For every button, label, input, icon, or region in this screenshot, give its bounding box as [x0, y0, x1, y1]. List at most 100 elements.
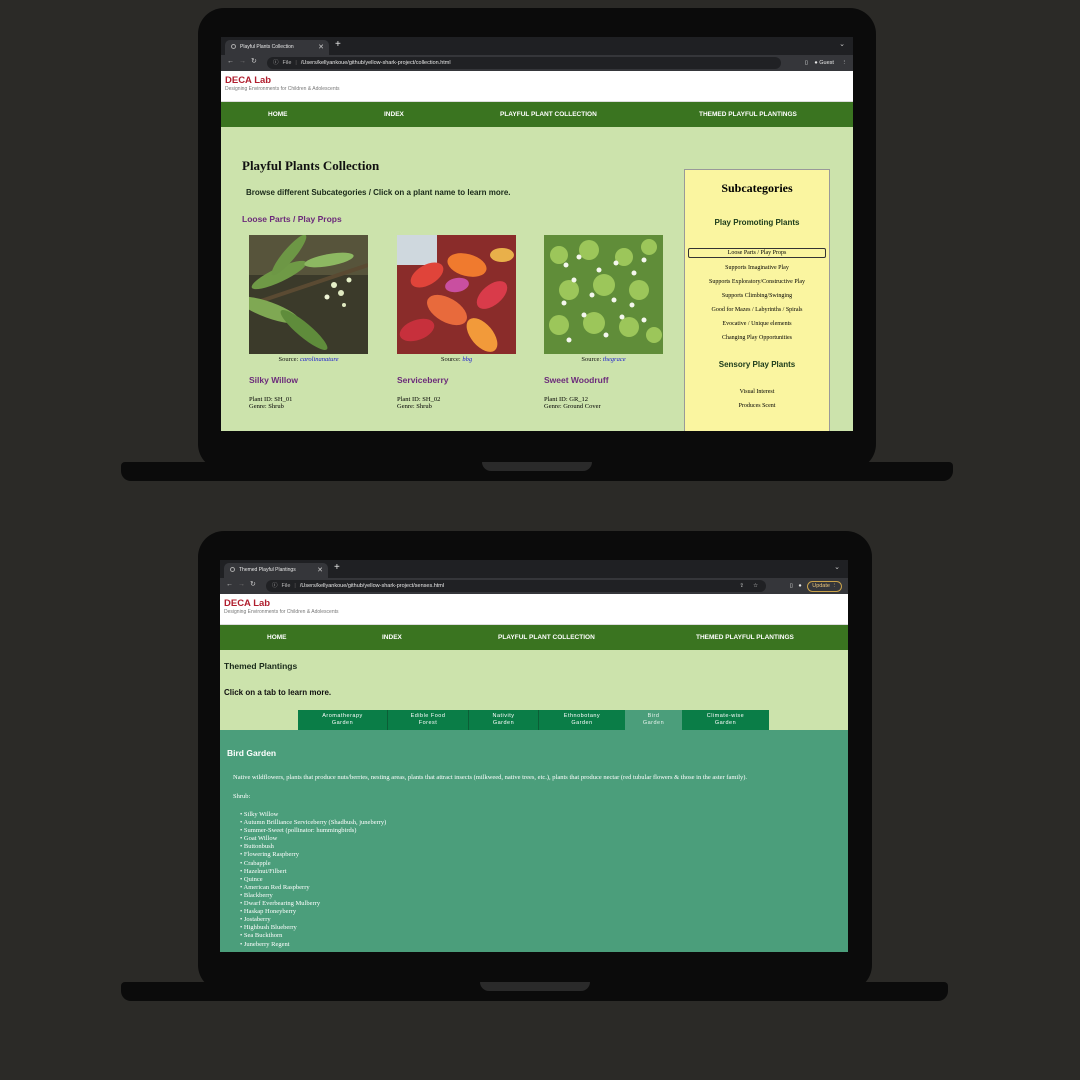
back-icon[interactable]: ←: [227, 58, 239, 65]
image-source: Source: bbg: [440, 356, 473, 363]
sidebar-item[interactable]: Good for Mazes / Labyrinths / Spirals: [685, 307, 829, 313]
web-page: DECA Lab Designing Environments for Chil…: [221, 71, 853, 431]
site-header: DECA Lab Designing Environments for Chil…: [221, 71, 853, 102]
address-bar-row: ←→↻ ⓘ File |/Users/kellyankoue/github/yell…: [221, 55, 853, 71]
list-item: • Blackberry: [240, 891, 273, 899]
forward-icon[interactable]: →: [239, 58, 251, 65]
close-icon[interactable]: ✕: [318, 40, 324, 55]
list-item: • Dwarf Everbearing Mulberry: [240, 900, 321, 908]
tab-nativity[interactable]: Nativity Garden: [469, 710, 539, 730]
chevron-down-icon[interactable]: ⌄: [834, 563, 840, 571]
plant-genre: Genre: Shrub: [397, 403, 432, 410]
back-icon[interactable]: ←: [226, 581, 238, 588]
laptop-notch: [480, 982, 590, 991]
forward-icon[interactable]: →: [238, 581, 250, 588]
new-tab-icon[interactable]: +: [335, 39, 341, 50]
file-label: File: [282, 60, 292, 66]
tab-aromatherapy[interactable]: Aromatherapy Garden: [298, 710, 388, 730]
willow-photo[interactable]: [249, 235, 368, 354]
tab-ethnobotany[interactable]: Ethnobotany Garden: [539, 710, 625, 730]
browser-window: Playful Plants Collection ✕ + ⌄ ←→↻ ⓘ Fil…: [221, 37, 853, 431]
sidebar-item-active[interactable]: Loose Parts / Play Props: [688, 248, 826, 258]
nav-buttons: ←→↻: [227, 57, 262, 65]
list-item: • Autumn Brilliance Serviceberry (Shadbu…: [240, 819, 387, 827]
nav-themed[interactable]: THEMED PLAYFUL PLANTINGS: [696, 625, 794, 650]
sidepanel-icon[interactable]: ▯: [805, 60, 808, 66]
globe-icon: [231, 44, 236, 49]
plant-name-link[interactable]: Sweet Woodruff: [544, 375, 663, 385]
profile-icon[interactable]: ●: [814, 60, 817, 66]
url-bar[interactable]: ⓘ File |/Users/kellyankoue/github/yellow-s…: [266, 580, 766, 592]
page-heading: Themed Plantings: [224, 661, 298, 671]
serviceberry-photo[interactable]: [397, 235, 516, 354]
site-logo[interactable]: DECA Lab Designing Environments for Chil…: [224, 598, 339, 615]
share-icon[interactable]: ⇪: [739, 580, 744, 592]
plant-name-link[interactable]: Silky Willow: [249, 375, 368, 385]
browser-controls: ▯ ● Guest ⋮: [805, 57, 847, 69]
plant-id: Plant ID: SH_02: [397, 396, 441, 403]
panel-description: Native wildflowers, plants that produce …: [233, 774, 748, 781]
source-link[interactable]: carolinanature: [300, 356, 339, 363]
logo-title: DECA Lab: [224, 598, 271, 609]
tab-strip: Playful Plants Collection ✕ + ⌄: [221, 37, 853, 55]
list-item: • Juneberry Regent: [240, 940, 290, 948]
list-item: • Hazelnut/Filbert: [240, 867, 287, 875]
list-item: • Flowering Raspberry: [240, 851, 299, 859]
url-text: /Users/kellyankoue/github/yellow-shark-p…: [299, 583, 445, 589]
menu-icon[interactable]: ⋮: [842, 60, 848, 66]
plant-card: Source: thegrace Sweet Woodruff Plant ID…: [544, 235, 663, 410]
update-button[interactable]: Update ⋮: [807, 581, 842, 592]
url-bar[interactable]: ⓘ File |/Users/kellyankoue/github/yellow-s…: [267, 57, 781, 69]
chevron-down-icon[interactable]: ⌄: [839, 40, 845, 48]
sidebar-item[interactable]: Supports Climbing/Swinging: [685, 293, 829, 299]
source-link[interactable]: bbg: [462, 356, 472, 363]
plant-card: Source: carolinanature Silky Willow Plan…: [249, 235, 368, 410]
page-title: Playful Plants Collection: [242, 158, 380, 173]
list-item: • Quince: [240, 875, 263, 883]
browser-tab[interactable]: Themed Playful Plantings ✕: [224, 563, 328, 578]
logo-title: DECA Lab: [225, 75, 272, 86]
main-nav: HOME INDEX PLAYFUL PLANT COLLECTION THEM…: [220, 625, 848, 650]
close-icon[interactable]: ✕: [317, 563, 323, 578]
sidebar-item[interactable]: Supports Imaginative Play: [685, 265, 829, 271]
tab-climate-wise[interactable]: Climate-wise Garden: [682, 710, 769, 730]
nav-home[interactable]: HOME: [267, 625, 287, 650]
tab-bird-garden-active[interactable]: Bird Garden: [625, 710, 682, 730]
reload-icon[interactable]: ↻: [251, 57, 262, 65]
profile-label[interactable]: Guest: [819, 60, 834, 66]
nav-index[interactable]: INDEX: [382, 625, 402, 650]
sidebar-item[interactable]: Evocative / Unique elements: [685, 321, 829, 327]
nav-themed[interactable]: THEMED PLAYFUL PLANTINGS: [699, 102, 797, 127]
nav-collection[interactable]: PLAYFUL PLANT COLLECTION: [500, 102, 597, 127]
tab-title: Playful Plants Collection: [240, 44, 294, 50]
sidebar-item[interactable]: Changing Play Opportunities: [685, 335, 829, 341]
collection-content: Playful Plants Collection Browse differe…: [221, 127, 853, 431]
source-link[interactable]: thegrace: [603, 356, 626, 363]
list-item: • Silky Willow: [240, 811, 279, 818]
woodruff-photo[interactable]: [544, 235, 663, 354]
tab-strip: Themed Playful Plantings ✕ + ⌄: [220, 560, 848, 578]
nav-collection[interactable]: PLAYFUL PLANT COLLECTION: [498, 625, 595, 650]
site-logo[interactable]: DECA Lab Designing Environments for Chil…: [225, 75, 340, 92]
new-tab-icon[interactable]: +: [334, 562, 340, 573]
sidepanel-icon[interactable]: ▯: [790, 583, 793, 589]
tab-edible-food-forest[interactable]: Edible Food Forest: [388, 710, 469, 730]
plant-id: Plant ID: SH_01: [249, 396, 293, 403]
sidebar-group-title: Sensory Play Plants: [718, 360, 796, 369]
plant-name-link[interactable]: Serviceberry: [397, 375, 516, 385]
address-bar-row: ←→↻ ⓘ File |/Users/kellyankoue/github/yell…: [220, 578, 848, 594]
profile-icon[interactable]: ●: [798, 583, 801, 589]
logo-subtitle: Designing Environments for Children & Ad…: [225, 86, 340, 92]
reload-icon[interactable]: ↻: [250, 580, 261, 588]
nav-index[interactable]: INDEX: [384, 102, 404, 127]
tab-title: Themed Playful Plantings: [239, 567, 296, 573]
sidebar-item[interactable]: Produces Scent: [685, 403, 829, 409]
list-heading: Shrub:: [233, 793, 251, 800]
list-item: • Highbush Blueberry: [240, 924, 297, 932]
bookmark-star-icon[interactable]: ☆: [753, 580, 758, 592]
browser-tab[interactable]: Playful Plants Collection ✕: [225, 40, 329, 55]
laptop-notch: [482, 462, 592, 471]
nav-home[interactable]: HOME: [268, 102, 288, 127]
sidebar-item[interactable]: Supports Exploratory/Constructive Play: [685, 279, 829, 285]
sidebar-item[interactable]: Visual Interest: [685, 389, 829, 395]
